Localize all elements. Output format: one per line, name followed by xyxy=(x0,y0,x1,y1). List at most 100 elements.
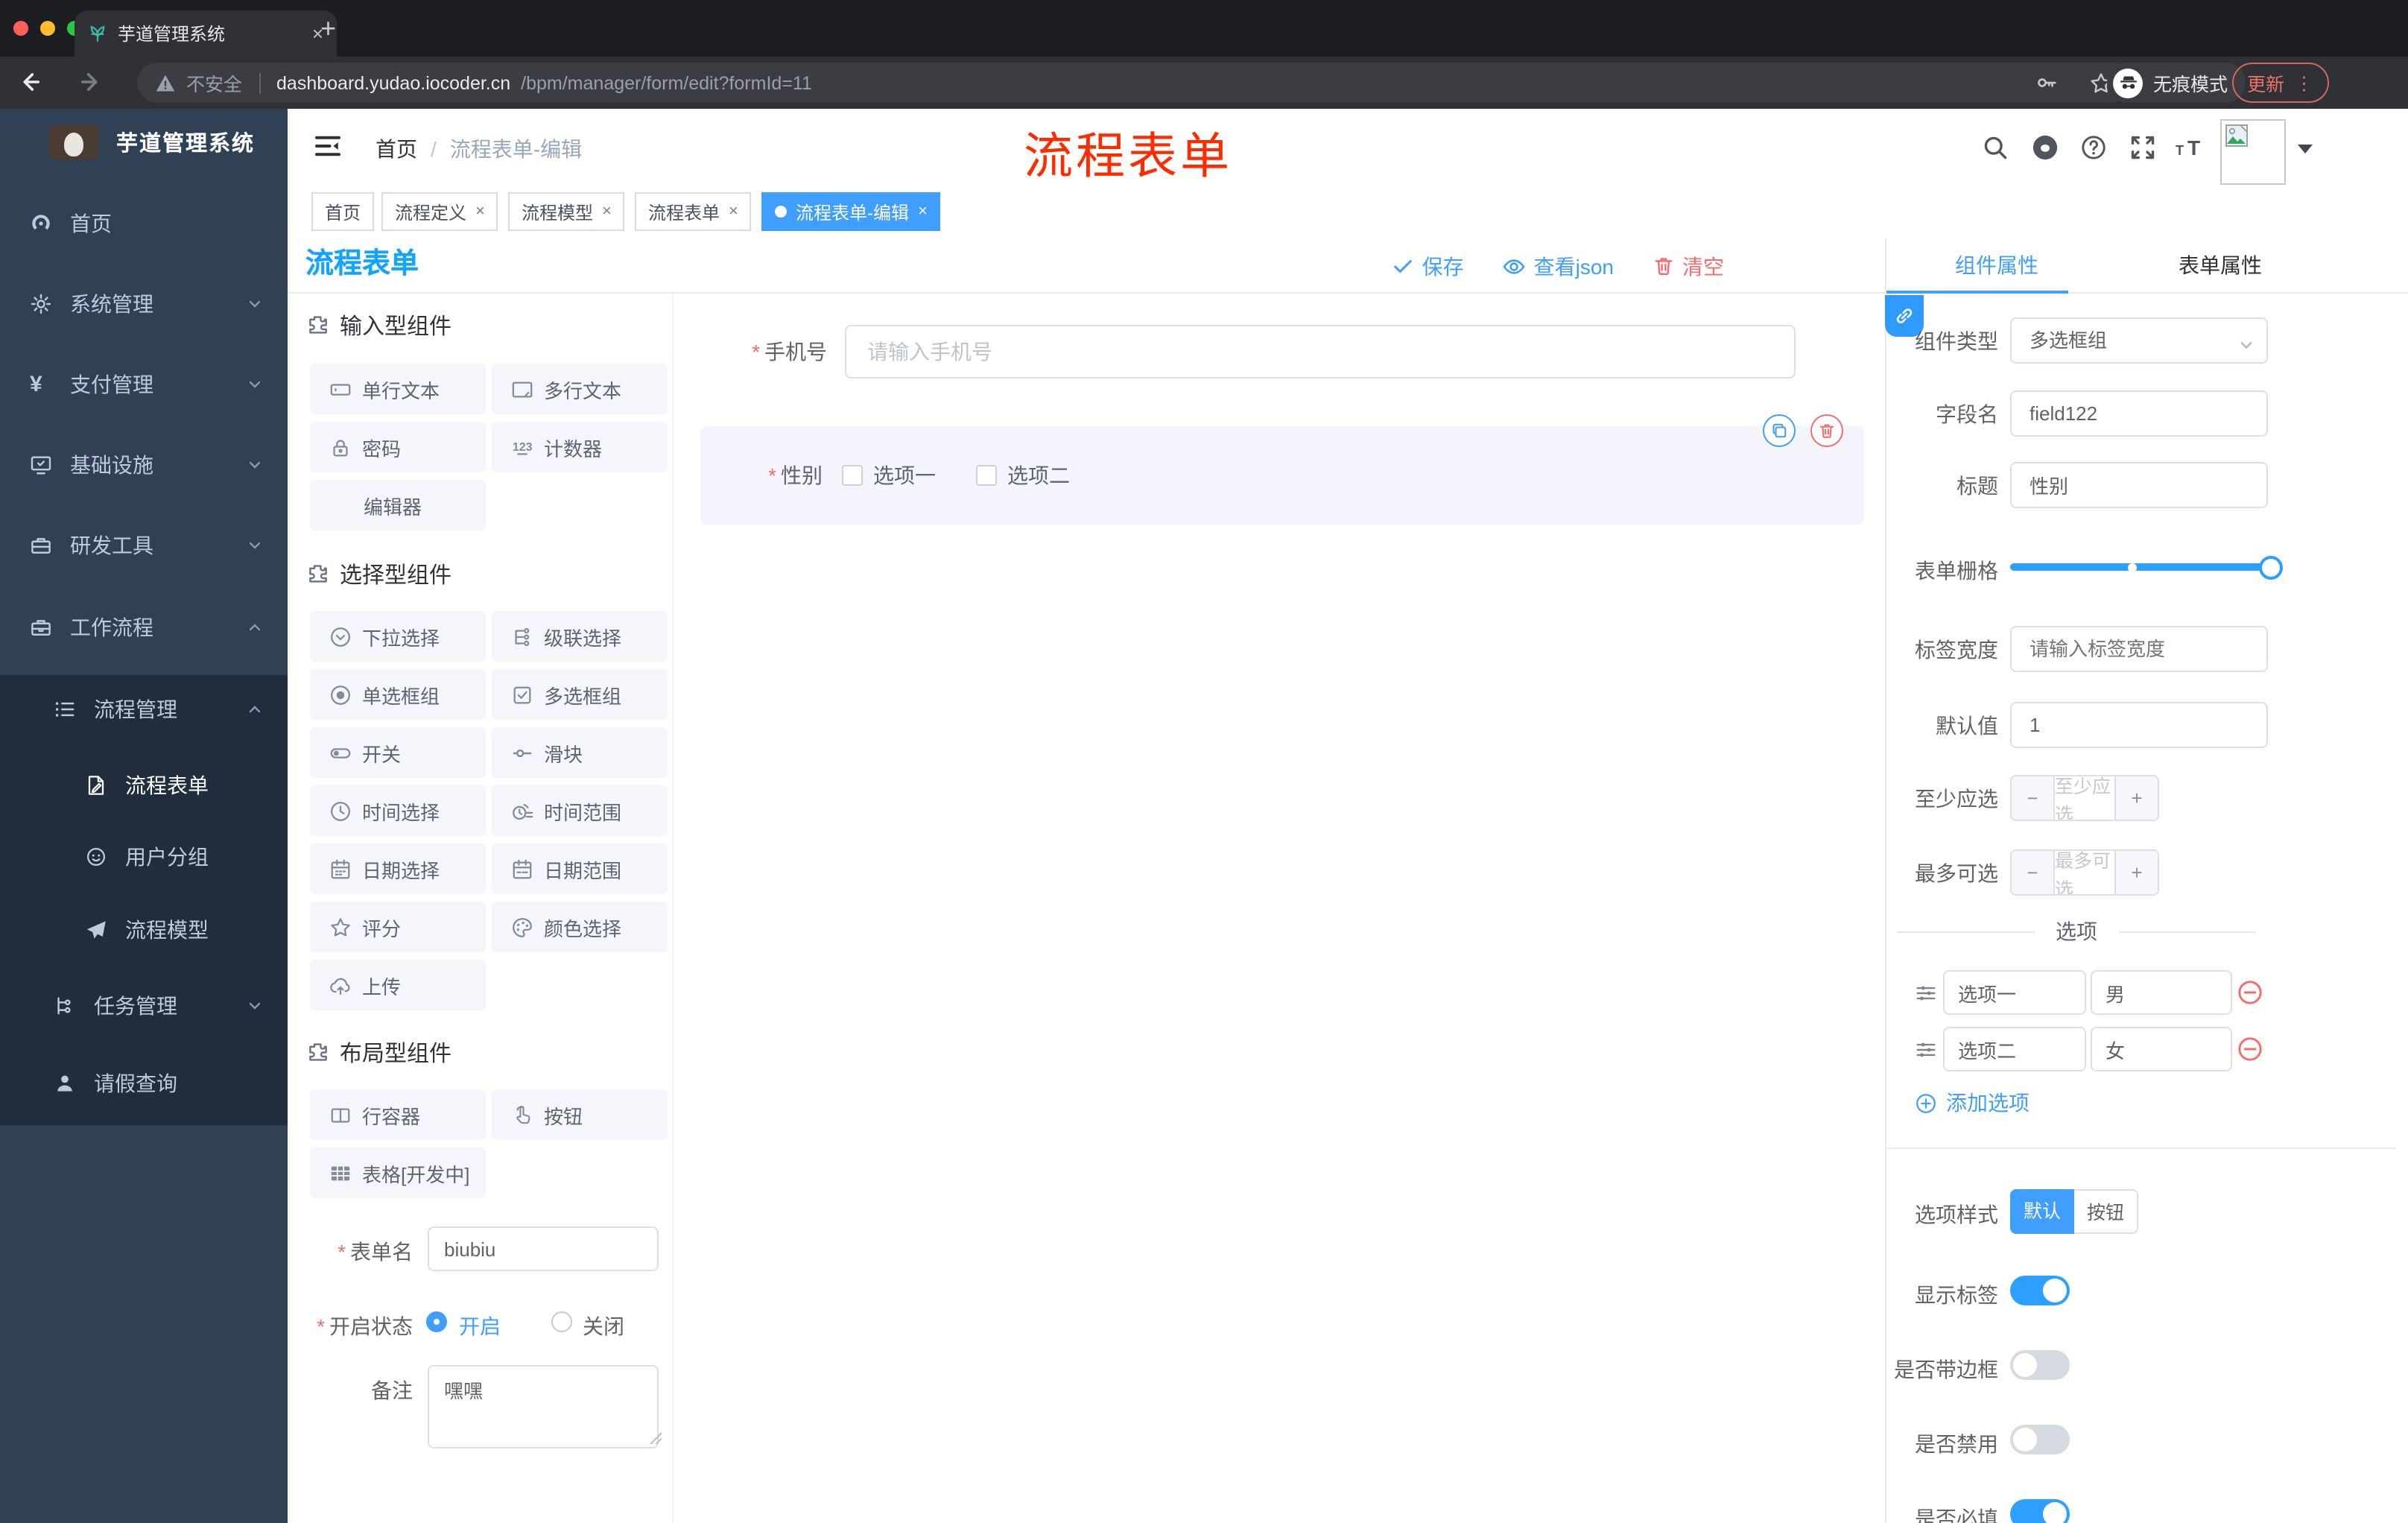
forward-icon[interactable] xyxy=(77,69,104,95)
style-button-button[interactable]: 按钮 xyxy=(2074,1189,2138,1234)
increase-button[interactable]: + xyxy=(2114,776,2158,820)
decrease-button[interactable]: − xyxy=(2012,851,2055,894)
minimize-window-button[interactable] xyxy=(40,21,55,36)
gender-option1-label[interactable]: 选项一 xyxy=(873,426,936,525)
status-off-radio[interactable] xyxy=(551,1311,572,1332)
status-on-label[interactable]: 开启 xyxy=(459,1311,501,1341)
clear-button[interactable]: 清空 xyxy=(1653,251,1724,281)
save-button[interactable]: 保存 xyxy=(1392,251,1464,281)
sidebar-item-user-group[interactable]: 用户分组 xyxy=(0,827,288,887)
palette-item-switch[interactable]: 开关 xyxy=(310,727,486,778)
tab-component-props[interactable]: 组件属性 xyxy=(1885,238,2108,294)
address-bar[interactable]: 不安全 dashboard.yudao.iocoder.cn/bpm/manag… xyxy=(137,63,2131,103)
sidebar-item-process-form[interactable]: 流程表单 xyxy=(0,756,288,815)
option1-value-input[interactable] xyxy=(2091,970,2232,1015)
field-name-input[interactable] xyxy=(2010,390,2268,437)
palette-item-cascader[interactable]: 级联选择 xyxy=(492,611,668,662)
new-tab-button[interactable]: + xyxy=(320,13,336,45)
option1-label-input[interactable] xyxy=(1943,970,2086,1015)
drag-handle-icon[interactable] xyxy=(1915,982,1937,1004)
sidebar-item-process-model[interactable]: 流程模型 xyxy=(0,900,288,960)
delete-component-button[interactable] xyxy=(1810,414,1843,447)
key-icon[interactable] xyxy=(2035,72,2058,94)
required-toggle[interactable] xyxy=(2010,1499,2070,1523)
form-name-input[interactable] xyxy=(428,1226,659,1271)
sidebar-item-infra[interactable]: 基础设施 xyxy=(0,435,288,495)
palette-item-date-range[interactable]: 日期范围 xyxy=(492,843,668,894)
palette-item-upload[interactable]: 上传 xyxy=(310,960,486,1010)
disabled-toggle[interactable] xyxy=(2010,1425,2070,1454)
label-width-input[interactable] xyxy=(2010,626,2268,672)
form-canvas[interactable]: * 手机号 请输入手机号 * 性别 选项一 选项二 xyxy=(674,294,1885,1523)
tag-process-form[interactable]: 流程表单 × xyxy=(635,192,752,231)
resize-handle[interactable] xyxy=(650,1432,662,1444)
selected-component-gender[interactable]: * 性别 选项一 选项二 xyxy=(700,426,1864,525)
tag-home[interactable]: 首页 xyxy=(311,192,375,231)
gender-option1-checkbox[interactable] xyxy=(842,465,863,486)
palette-item-color-picker[interactable]: 颜色选择 xyxy=(492,902,668,952)
palette-item-radio-group[interactable]: 单选框组 xyxy=(310,669,486,720)
drag-handle-icon[interactable] xyxy=(1915,1039,1937,1061)
tag-process-form-edit[interactable]: 流程表单-编辑 × xyxy=(761,192,941,231)
style-default-button[interactable]: 默认 xyxy=(2010,1189,2074,1234)
palette-item-table[interactable]: 表格[开发中] xyxy=(310,1147,486,1198)
palette-item-textarea[interactable]: 多行文本 xyxy=(492,364,668,414)
browser-menu-icon[interactable]: ⋮ xyxy=(2295,72,2313,94)
browser-tab[interactable]: 芋道管理系统 × xyxy=(75,10,337,57)
option2-value-input[interactable] xyxy=(2091,1027,2232,1071)
gender-option2-checkbox[interactable] xyxy=(976,465,997,486)
status-on-radio[interactable] xyxy=(426,1311,447,1332)
phone-field-input[interactable]: 请输入手机号 xyxy=(845,325,1796,379)
palette-item-select[interactable]: 下拉选择 xyxy=(310,611,486,662)
option2-label-input[interactable] xyxy=(1943,1027,2086,1071)
palette-item-password[interactable]: 密码 xyxy=(310,422,486,472)
component-type-select[interactable]: 多选框组 xyxy=(2010,317,2268,364)
remove-option-button[interactable] xyxy=(2237,1036,2263,1063)
status-off-label[interactable]: 关闭 xyxy=(583,1311,624,1341)
avatar[interactable] xyxy=(2220,119,2286,185)
title-input[interactable] xyxy=(2010,462,2268,508)
palette-item-rate[interactable]: 评分 xyxy=(310,902,486,952)
close-icon[interactable]: × xyxy=(475,203,485,221)
palette-item-slider[interactable]: 滑块 xyxy=(492,727,668,778)
breadcrumb-home[interactable]: 首页 xyxy=(376,134,417,164)
github-icon[interactable] xyxy=(2031,133,2059,162)
border-toggle[interactable] xyxy=(2010,1350,2070,1380)
close-window-button[interactable] xyxy=(13,21,28,36)
sidebar-item-leave-query[interactable]: 请假查询 xyxy=(0,1054,288,1113)
palette-item-time-range[interactable]: 时间范围 xyxy=(492,785,668,836)
sidebar-item-system[interactable]: 系统管理 xyxy=(0,274,288,334)
add-option-button[interactable]: 添加选项 xyxy=(1915,1088,2030,1118)
tag-process-definition[interactable]: 流程定义 × xyxy=(381,192,498,231)
default-value-input[interactable] xyxy=(2010,702,2268,748)
max-select-value[interactable]: 最多可选 xyxy=(2055,851,2114,894)
search-icon[interactable] xyxy=(1982,134,2009,161)
palette-item-date-picker[interactable]: 日期选择 xyxy=(310,843,486,894)
form-remark-textarea[interactable]: 嘿嘿 xyxy=(428,1365,659,1448)
avatar-dropdown-caret-icon[interactable] xyxy=(2298,145,2313,153)
decrease-button[interactable]: − xyxy=(2012,776,2055,820)
collapse-sidebar-icon[interactable] xyxy=(313,131,343,161)
font-size-icon[interactable]: TT xyxy=(2176,134,2208,161)
palette-item-counter[interactable]: 123 计数器 xyxy=(492,422,668,472)
palette-item-time-picker[interactable]: 时间选择 xyxy=(310,785,486,836)
palette-item-button[interactable]: 按钮 xyxy=(492,1089,668,1140)
back-icon[interactable] xyxy=(16,69,43,95)
form-grid-slider[interactable] xyxy=(2010,563,2277,571)
help-icon[interactable] xyxy=(2080,134,2107,161)
sidebar-item-workflow[interactable]: 工作流程 xyxy=(0,598,288,657)
tag-process-model[interactable]: 流程模型 × xyxy=(508,192,625,231)
sidebar-item-home[interactable]: 首页 xyxy=(0,194,288,253)
update-button[interactable]: 更新 ⋮ xyxy=(2232,63,2329,103)
palette-item-editor[interactable]: 编辑器 xyxy=(310,480,486,531)
close-icon[interactable]: × xyxy=(729,203,738,221)
sidebar-item-pay[interactable]: ¥ 支付管理 xyxy=(0,355,288,414)
gender-option2-label[interactable]: 选项二 xyxy=(1007,426,1070,525)
increase-button[interactable]: + xyxy=(2114,851,2158,894)
palette-item-row-container[interactable]: 行容器 xyxy=(310,1089,486,1140)
sidebar-item-process-manage[interactable]: 流程管理 xyxy=(0,680,288,739)
tab-form-props[interactable]: 表单属性 xyxy=(2108,238,2332,294)
palette-item-single-text[interactable]: 单行文本 xyxy=(310,364,486,414)
sidebar-item-task-manage[interactable]: 任务管理 xyxy=(0,976,288,1036)
close-icon[interactable]: × xyxy=(602,203,612,221)
